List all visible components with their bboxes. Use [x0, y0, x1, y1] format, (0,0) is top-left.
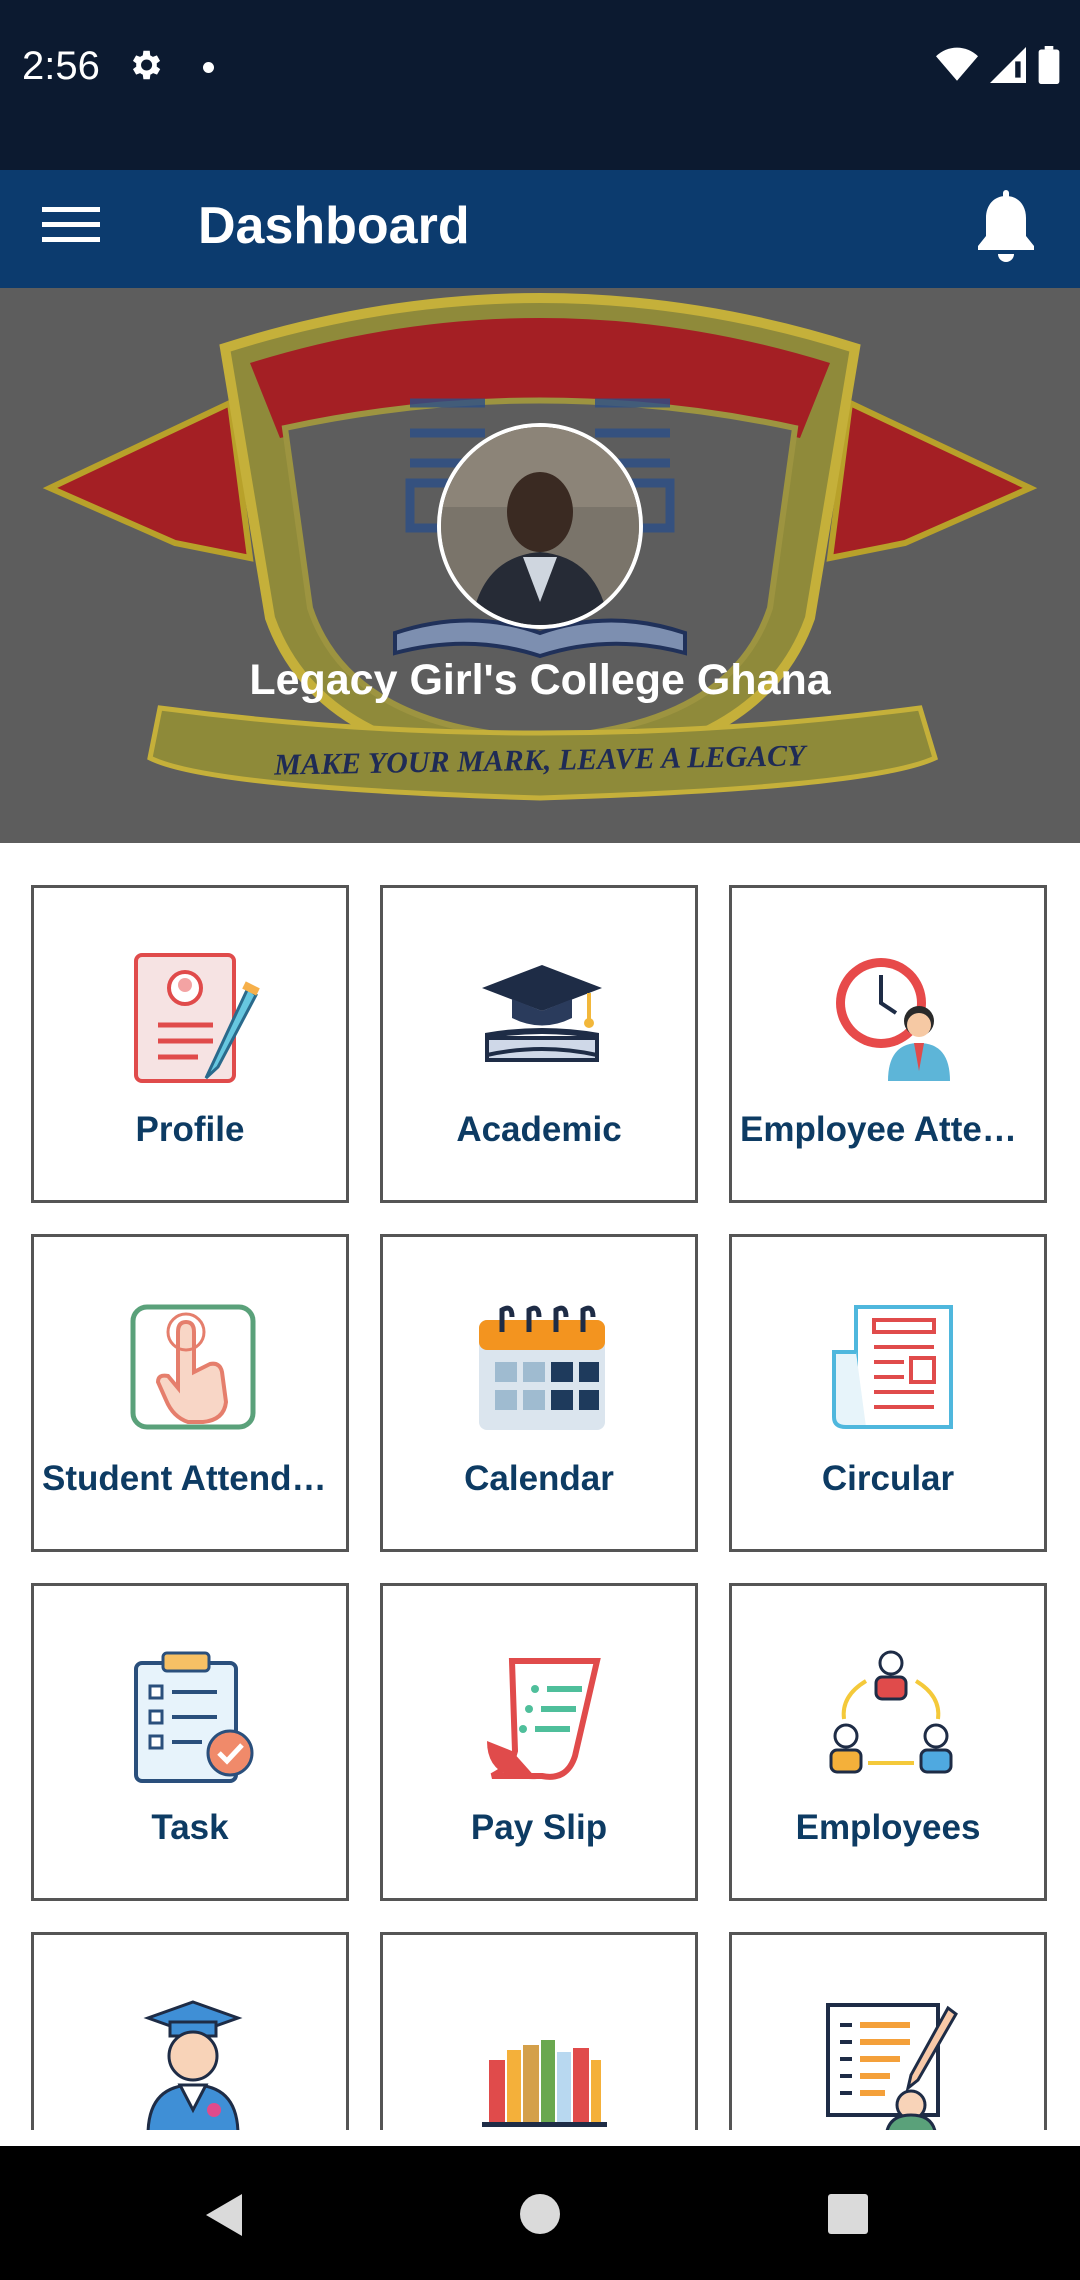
tile-library[interactable] [380, 1932, 698, 2130]
signal-icon [990, 47, 1026, 83]
avatar [437, 423, 643, 629]
tile-task[interactable]: Task [31, 1583, 349, 1901]
college-banner: MAKE YOUR MARK, LEAVE A LEGACY Legacy Gi… [0, 288, 1080, 843]
tile-calendar[interactable]: Calendar [380, 1234, 698, 1552]
graduate-icon [143, 2000, 243, 2130]
tile-label: Pay Slip [470, 1808, 608, 1847]
status-bar: 2:56 [0, 0, 1080, 170]
tile-label: Academic [456, 1110, 622, 1149]
tile-label: Task [151, 1808, 229, 1847]
library-icon [482, 2040, 607, 2127]
college-name: Legacy Girl's College Ghana [249, 656, 831, 704]
dot-icon [203, 62, 214, 73]
hamburger-menu-icon[interactable] [40, 194, 102, 256]
profile-icon [134, 953, 260, 1083]
exam-icon [826, 2003, 958, 2130]
recents-icon[interactable] [826, 2192, 870, 2236]
page-title: Dashboard [198, 197, 470, 255]
graduation-cap-icon [482, 965, 602, 1062]
status-time: 2:56 [22, 44, 100, 88]
system-nav-bar [0, 2146, 1080, 2280]
student-attendance-icon [130, 1304, 256, 1430]
circular-icon [832, 1305, 953, 1429]
battery-icon [1038, 46, 1060, 84]
tile-payslip[interactable]: Pay Slip [380, 1583, 698, 1901]
tile-profile[interactable]: Profile [31, 885, 349, 1203]
task-icon [134, 1651, 254, 1783]
tile-employee-attendance[interactable]: Employee Atten… [729, 885, 1047, 1203]
wifi-icon [936, 47, 978, 81]
home-icon[interactable] [516, 2190, 564, 2238]
user-photo [441, 427, 639, 625]
tile-label: Employees [795, 1808, 981, 1847]
bell-icon[interactable] [966, 184, 1046, 274]
employee-attendance-icon [836, 958, 950, 1081]
employees-icon [829, 1650, 953, 1774]
tile-label: Employee Atten… [740, 1110, 1036, 1149]
dashboard-grid: Profile Academic Employee Atten… Student… [0, 843, 1080, 2130]
calendar-icon [479, 1305, 605, 1430]
tile-label: Calendar [464, 1459, 614, 1498]
payslip-icon [487, 1658, 601, 1780]
gear-icon [132, 50, 161, 80]
tile-academic[interactable]: Academic [380, 885, 698, 1203]
tile-student-attendance[interactable]: Student Attenda… [31, 1234, 349, 1552]
back-icon[interactable] [200, 2190, 250, 2240]
app-bar: Dashboard [0, 170, 1080, 288]
tile-circular[interactable]: Circular [729, 1234, 1047, 1552]
tile-exam[interactable] [729, 1932, 1047, 2130]
tile-graduate[interactable] [31, 1932, 349, 2130]
tile-label: Student Attenda… [42, 1459, 338, 1498]
tile-employees[interactable]: Employees [729, 1583, 1047, 1901]
tile-label: Circular [821, 1459, 955, 1498]
tile-label: Profile [135, 1110, 245, 1149]
